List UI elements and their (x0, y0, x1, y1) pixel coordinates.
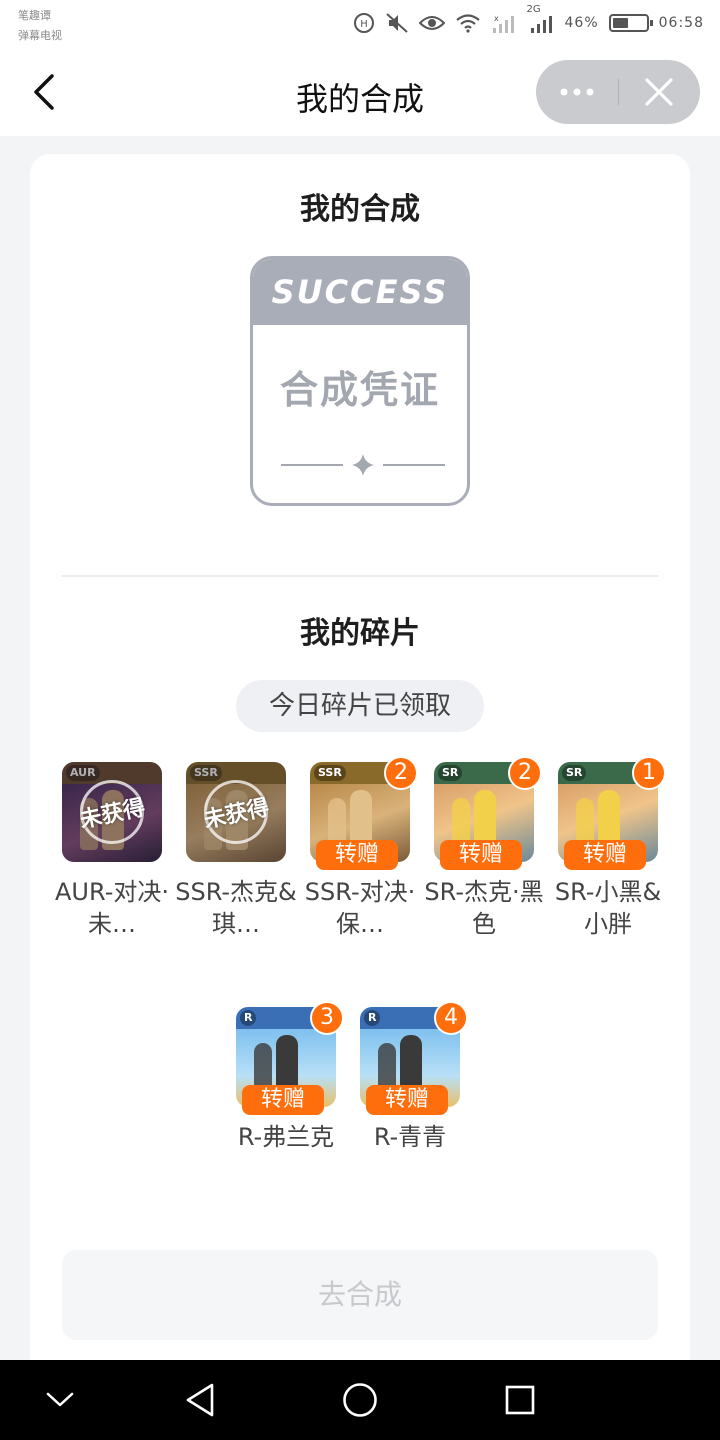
close-icon (645, 78, 673, 106)
fragment-name: R-青青 (373, 1123, 447, 1151)
signal-2g-icon: 2G (527, 4, 555, 34)
fragment-item[interactable]: SR 2 转赠 SR-杰克·黑色 (424, 756, 544, 952)
svg-text:x: x (494, 14, 499, 23)
signal-icon: x (492, 14, 514, 33)
synthesis-voucher: SUCCESS 合成凭证 (250, 256, 470, 506)
battery-icon (608, 14, 653, 32)
fragment-item[interactable]: SSR 2 转赠 SSR-对决·保… (304, 756, 418, 952)
fragment-item[interactable]: R 4 转赠 R-青青 (354, 1001, 468, 1197)
system-nav-bar (0, 1360, 720, 1440)
fragment-name: SSR-杰克&琪… (175, 878, 297, 938)
daily-fragment-status: 今日碎片已领取 (236, 680, 484, 732)
svg-text:H: H (360, 19, 368, 30)
voucher-header: SUCCESS (253, 259, 467, 325)
status-icons: H x 2G 46% 06:58 (353, 4, 704, 34)
voucher-ornament-icon (281, 454, 445, 476)
fragment-card-image[interactable]: AUR 未获得 (62, 762, 162, 862)
fragment-name: SR-杰克·黑色 (424, 878, 544, 938)
gift-button[interactable]: 转赠 (440, 840, 522, 870)
main-card: 我的合成 SUCCESS 合成凭证 我的碎片 今日碎片已领取 AUR 未获得 AUR… (30, 154, 690, 1404)
system-recents-button[interactable] (500, 1380, 540, 1420)
section-divider (62, 575, 658, 577)
fragment-name: SR-小黑&小胖 (554, 878, 662, 938)
fragment-count-badge: 3 (310, 1001, 344, 1035)
fragments-section-title: 我的碎片 (300, 616, 420, 651)
system-home-button[interactable] (340, 1380, 380, 1420)
network-label: 2G (526, 4, 541, 15)
home-circle-icon (343, 1383, 377, 1417)
hide-nav-button[interactable] (40, 1380, 80, 1420)
tier-badge: SR (438, 765, 463, 781)
close-button[interactable] (619, 60, 701, 124)
status-bar: 笔趣谭 弹幕电视 H x 2G 46% 06:58 (0, 0, 720, 56)
synthesis-section-title: 我的合成 (300, 192, 420, 227)
fragment-count-badge: 2 (384, 756, 418, 790)
eye-icon (418, 16, 445, 30)
system-back-button[interactable] (180, 1380, 220, 1420)
synthesize-button[interactable]: 去合成 (62, 1250, 658, 1340)
fragment-name: R-弗兰克 (237, 1123, 335, 1151)
locked-overlay: 未获得 (186, 762, 286, 862)
battery-percent: 46% (564, 15, 599, 31)
carrier-line-1: 笔趣谭 (18, 9, 51, 22)
carrier-label: 笔趣谭 弹幕电视 (18, 6, 62, 46)
more-button[interactable] (536, 60, 618, 124)
fragment-name: AUR-对决·未… (55, 878, 169, 938)
fragment-count-badge: 4 (434, 1001, 468, 1035)
fragment-count-badge: 1 (632, 756, 666, 790)
fragment-item[interactable]: SSR 未获得 SSR-杰克&琪… (175, 762, 297, 952)
wifi-icon (455, 14, 480, 33)
gift-button[interactable]: 转赠 (366, 1085, 448, 1115)
fragment-item[interactable]: SR 1 转赠 SR-小黑&小胖 (552, 756, 666, 952)
hd-call-icon: H (353, 13, 374, 33)
mute-icon (385, 13, 408, 33)
tier-badge: SR (562, 765, 587, 781)
more-dots-icon (560, 88, 594, 96)
fragment-card-image[interactable]: SSR 未获得 (186, 762, 286, 862)
gift-button[interactable]: 转赠 (564, 840, 646, 870)
recents-square-icon (505, 1385, 535, 1415)
carrier-line-2: 弹幕电视 (18, 29, 62, 42)
fragment-name: SSR-对决·保… (304, 878, 416, 938)
gift-button[interactable]: 转赠 (316, 840, 398, 870)
hide-chevron-icon (46, 1392, 74, 1407)
locked-overlay: 未获得 (62, 762, 162, 862)
fragment-item[interactable]: AUR 未获得 AUR-对决·未… (55, 762, 169, 952)
battery-level (612, 18, 628, 28)
back-triangle-icon (186, 1383, 214, 1417)
fragment-count-badge: 2 (508, 756, 542, 790)
gift-button[interactable]: 转赠 (242, 1085, 324, 1115)
fragment-item[interactable]: R 3 转赠 R-弗兰克 (230, 1001, 344, 1197)
tier-badge: SSR (314, 765, 346, 781)
voucher-label: 合成凭证 (279, 368, 440, 412)
nav-bar: 我的合成 (0, 56, 720, 136)
mini-program-capsule (536, 60, 700, 124)
clock: 06:58 (658, 15, 704, 31)
